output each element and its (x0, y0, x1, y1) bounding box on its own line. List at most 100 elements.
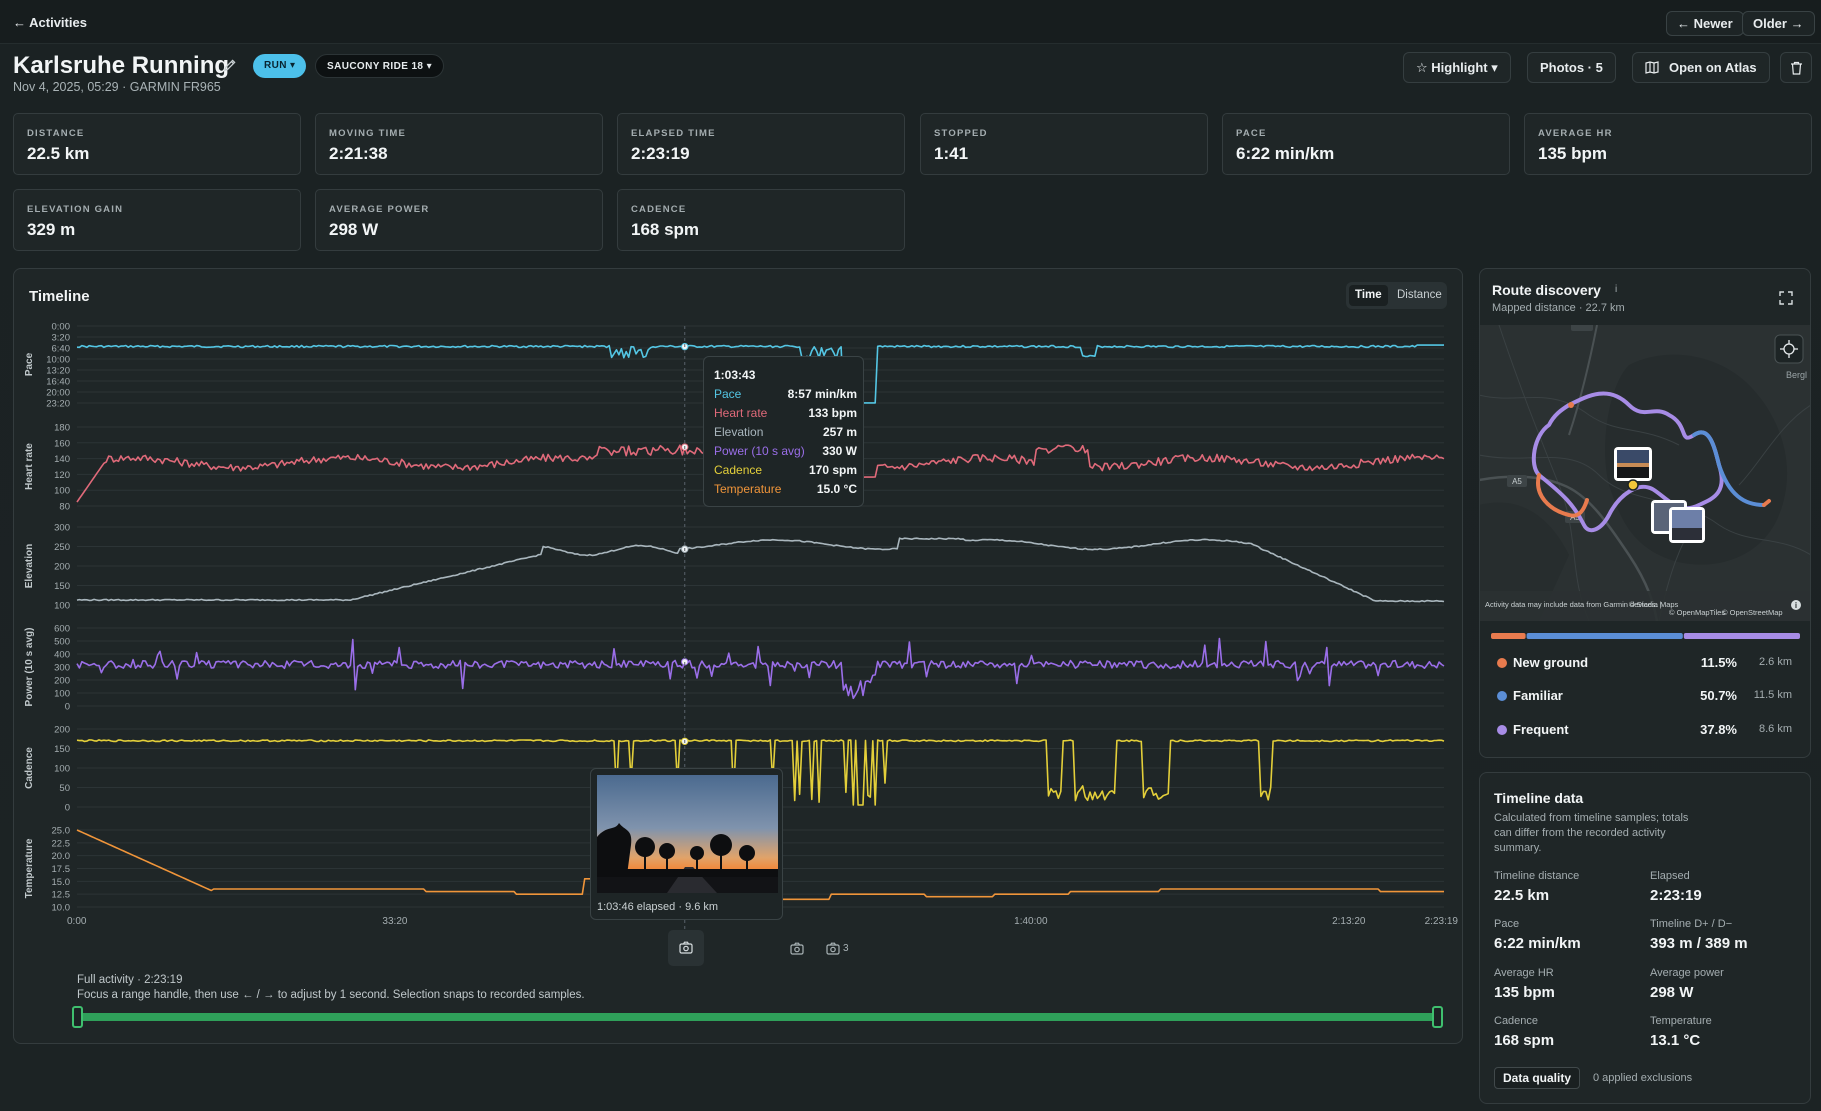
locate-button[interactable] (1774, 334, 1804, 364)
power-tick-label: 200 (54, 676, 70, 687)
photo-group-count: 3 (843, 943, 849, 954)
legend-percent: 50.7% (1700, 688, 1737, 703)
td-label: Timeline D+ / D− (1650, 918, 1733, 930)
pace-tick-label: 23:20 (46, 399, 70, 410)
timeline-data-title: Timeline data (1494, 790, 1584, 806)
td-value: 13.1 °C (1650, 1032, 1701, 1049)
sunrise-photo (597, 775, 778, 893)
power-axis-label: Power (10 s avg) (24, 628, 35, 707)
tooltip-value: 257 m (822, 425, 857, 439)
td-value: 393 m / 389 m (1650, 935, 1748, 952)
photo-marker-active[interactable] (668, 930, 704, 966)
tooltip-time: 1:03:43 (714, 368, 756, 382)
temperature-tick-label: 25.0 (52, 826, 71, 837)
expand-icon[interactable] (1779, 291, 1793, 305)
range-handle-end[interactable] (1432, 1006, 1443, 1028)
range-hint: Focus a range handle, then use ← / → to … (77, 989, 585, 1001)
x-tick-label: 2:13:20 (1332, 916, 1366, 927)
power-series-line (76, 637, 1445, 700)
elevation-axis-label: Elevation (24, 544, 35, 588)
temperature-tick-label: 15.0 (52, 877, 71, 888)
legend-frequent: Frequent 37.8% 8.6 km (1497, 721, 1792, 741)
td-value: 6:22 min/km (1494, 935, 1581, 952)
pace-tick-label: 10:00 (46, 355, 70, 366)
current-position-marker (1627, 479, 1639, 491)
pace-tick-label: 20:00 (46, 388, 70, 399)
temperature-tick-label: 17.5 (52, 864, 71, 875)
photo-popover[interactable]: 1:03:46 elapsed · 9.6 km (590, 768, 783, 920)
temperature-tick-label: 20.0 (52, 851, 71, 862)
route-discovery-title: Route discovery (1492, 282, 1601, 298)
pace-axis-label: Pace (24, 352, 35, 376)
exclusions-text: 0 applied exclusions (1593, 1072, 1693, 1084)
x-tick-label: 0:00 (67, 916, 87, 927)
timeline-tooltip: 1:03:43 Pace 8:57 min/km Heart rate 133 bp… (703, 356, 864, 507)
legend-name: New ground (1513, 655, 1589, 670)
td-label: Cadence (1494, 1015, 1539, 1027)
place-label: Bergl (1786, 370, 1807, 380)
data-quality-button[interactable]: Data quality (1494, 1067, 1581, 1089)
tooltip-row-cadence: Cadence 170 spm (714, 463, 857, 479)
td-label: Average HR (1494, 967, 1554, 979)
tooltip-row-elevation: Elevation 257 m (714, 425, 857, 441)
heart-rate-tick-label: 120 (54, 470, 70, 481)
range-track[interactable] (77, 1013, 1439, 1021)
td-value: 2:23:19 (1650, 887, 1702, 904)
heart-rate-tick-label: 180 (54, 423, 70, 434)
photo-group-camera-icon[interactable] (826, 942, 840, 955)
legend-dot (1497, 725, 1507, 735)
pace-tick-label: 16:40 (46, 377, 70, 388)
tooltip-value: 8:57 min/km (787, 387, 857, 401)
power-tick-label: 100 (54, 689, 70, 700)
tooltip-value: 15.0 °C (816, 482, 857, 496)
cadence-tick-label: 200 (54, 725, 70, 736)
td-label: Timeline distance (1494, 870, 1580, 882)
pace-tick-label: 0:00 (52, 322, 71, 333)
td-value: 298 W (1650, 984, 1694, 1001)
elevation-series-line (76, 537, 1445, 603)
legend-name: Familiar (1513, 688, 1563, 703)
elevation-tick-label: 200 (54, 562, 70, 573)
x-tick-label: 2:23:19 (1425, 916, 1459, 927)
tooltip-key: Power (10 s avg) (714, 444, 805, 458)
timeline-data-description: Calculated from timeline samples; totals… (1494, 812, 1689, 854)
tooltip-key: Heart rate (714, 406, 768, 420)
heart-rate-axis-label: Heart rate (24, 443, 35, 490)
pace-tick-label: 3:20 (52, 332, 71, 343)
info-icon[interactable]: i (1615, 284, 1617, 295)
power-tick-label: 300 (54, 663, 70, 674)
td-value: 22.5 km (1494, 887, 1550, 904)
temperature-tick-label: 22.5 (52, 838, 71, 849)
photo-thumbnail-marker[interactable] (1614, 447, 1652, 481)
cadence-tick-label: 100 (54, 764, 70, 775)
td-label: Average power (1650, 967, 1724, 979)
td-label: Temperature (1650, 1015, 1712, 1027)
power-tick-label: 500 (54, 637, 70, 648)
pace-tick-label: 6:40 (52, 344, 71, 355)
legend-dot (1497, 658, 1507, 668)
route-map[interactable]: A5 A5 Bergl Activity data may include da… (1479, 325, 1811, 621)
tooltip-row-pace: Pace 8:57 min/km (714, 387, 857, 403)
power-tick-label: 400 (54, 650, 70, 661)
x-tick-label: 33:20 (382, 916, 407, 927)
range-handle-start[interactable] (72, 1006, 83, 1028)
td-label: Elapsed (1650, 870, 1690, 882)
attribution-openmaptiles[interactable]: © OpenMapTiles (1669, 608, 1725, 617)
cadence-axis-label: Cadence (24, 747, 35, 789)
legend-name: Frequent (1513, 722, 1569, 737)
photo-marker-camera-icon[interactable] (790, 942, 804, 955)
road-label-top (1571, 325, 1593, 331)
legend-percent: 37.8% (1700, 722, 1737, 737)
discovery-segment-2 (1683, 633, 1800, 639)
attribution-openstreetmap[interactable]: © OpenStreetMap (1722, 608, 1783, 617)
heart-rate-tick-label: 80 (59, 502, 70, 513)
tooltip-key: Elevation (714, 425, 764, 439)
tooltip-key: Temperature (714, 482, 782, 496)
elevation-tick-label: 150 (54, 581, 70, 592)
temperature-tick-label: 12.5 (52, 890, 71, 901)
tooltip-row-temperature: Temperature 15.0 °C (714, 482, 857, 498)
svg-text:A5: A5 (1512, 477, 1522, 486)
heart-rate-tick-label: 100 (54, 486, 70, 497)
route-start-marker (1568, 402, 1574, 408)
tooltip-key: Cadence (714, 463, 763, 477)
